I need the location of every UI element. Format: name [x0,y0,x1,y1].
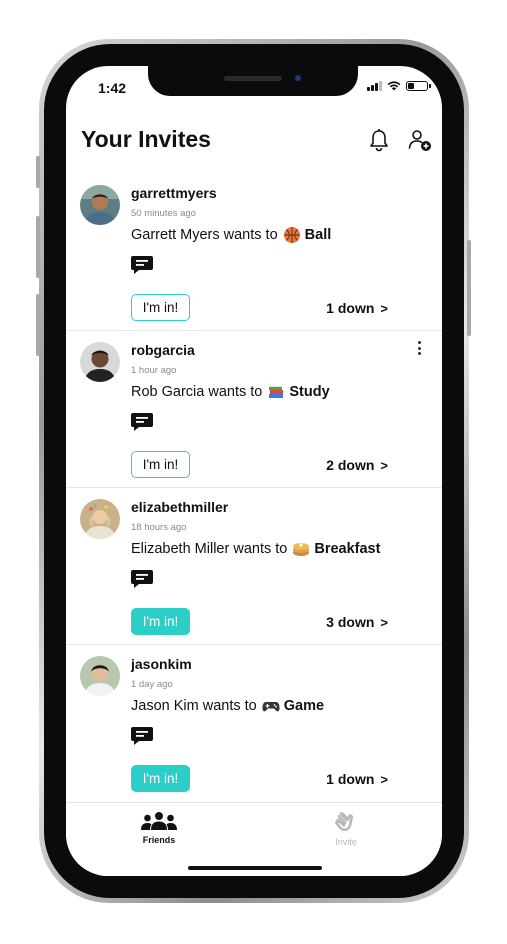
game-controller-icon [262,702,280,712]
mute-switch [36,156,40,188]
battery-icon [406,80,431,91]
add-friend-icon[interactable] [408,128,432,152]
bell-icon[interactable] [368,128,390,152]
tab-invite-label: Invite [335,837,357,847]
down-count-label: 3 down [326,614,375,630]
chevron-right-icon: > [380,772,388,787]
message-text: Garrett Myers wants to [131,227,278,243]
chat-icon[interactable] [130,568,154,590]
waving-hand-icon [335,812,353,832]
down-count-label: 1 down [326,771,375,787]
username[interactable]: elizabethmiller [131,499,228,515]
wifi-icon [387,81,401,91]
down-count-link[interactable]: 3 down > [326,614,388,630]
im-in-button[interactable]: I'm in! [131,451,190,478]
volume-up-button [36,216,40,278]
avatar[interactable] [80,499,120,539]
invite-card: garrettmyers 50 minutes ago Garrett Myer… [66,174,442,331]
chevron-right-icon: > [380,301,388,316]
power-button [467,240,471,336]
signal-icon [367,80,382,91]
tab-friends[interactable]: Friends [119,811,199,845]
down-count-link[interactable]: 1 down > [326,771,388,787]
friends-icon [141,812,177,830]
username[interactable]: robgarcia [131,342,195,358]
volume-down-button [36,294,40,356]
activity-name: Study [289,384,330,400]
status-time: 1:42 [98,80,127,96]
tab-invite[interactable]: Invite [306,811,386,847]
invite-card: jasonkim 1 day ago Jason Kim wants to Ga… [66,645,442,802]
notch [148,66,358,96]
down-count-link[interactable]: 2 down > [326,457,388,473]
invite-card: robgarcia 1 hour ago Rob Garcia wants to… [66,331,442,488]
username[interactable]: jasonkim [131,656,192,672]
activity-name: Breakfast [314,541,381,557]
books-icon [269,386,284,398]
time-ago: 1 day ago [131,679,173,690]
invite-message: Rob Garcia wants to Study [131,383,330,401]
invite-card: elizabethmiller 18 hours ago Elizabeth M… [66,488,442,645]
chat-icon[interactable] [130,725,154,747]
tab-bar: Friends Invite [66,802,442,876]
message-text: Jason Kim wants to [131,698,257,714]
activity-name: Game [283,698,325,714]
avatar[interactable] [80,656,120,696]
invite-message: Jason Kim wants to Game [131,697,324,715]
invite-message: Garrett Myers wants to Ball [131,226,331,244]
tab-friends-label: Friends [142,835,176,845]
username[interactable]: garrettmyers [131,185,217,201]
chat-icon[interactable] [130,411,154,433]
avatar[interactable] [80,342,120,382]
status-icons [367,80,431,91]
im-in-button[interactable]: I'm in! [131,294,190,321]
time-ago: 50 minutes ago [131,208,196,219]
down-count-link[interactable]: 1 down > [326,300,388,316]
chevron-right-icon: > [380,615,388,630]
time-ago: 18 hours ago [131,522,187,533]
speaker [224,76,282,81]
invite-message: Elizabeth Miller wants to Breakfast [131,540,380,558]
chat-icon[interactable] [130,254,154,276]
chevron-right-icon: > [380,458,388,473]
down-count-label: 1 down [326,300,375,316]
avatar[interactable] [80,185,120,225]
message-text: Rob Garcia wants to [131,384,263,400]
activity-name: Ball [304,227,332,243]
more-options-icon[interactable] [418,341,422,355]
front-camera [295,75,301,81]
basketball-icon [283,227,300,243]
invite-feed: garrettmyers 50 minutes ago Garrett Myer… [66,174,442,802]
time-ago: 1 hour ago [131,365,177,376]
im-in-button[interactable]: I'm in! [131,765,190,792]
im-in-button[interactable]: I'm in! [131,608,190,635]
message-text: Elizabeth Miller wants to [131,541,288,557]
page-title: Your Invites [81,126,211,152]
down-count-label: 2 down [326,457,375,473]
screen: 1:42 Your Invites garrettmyers 50 minute… [66,66,442,876]
pancakes-icon [293,543,310,556]
home-indicator [188,866,322,870]
